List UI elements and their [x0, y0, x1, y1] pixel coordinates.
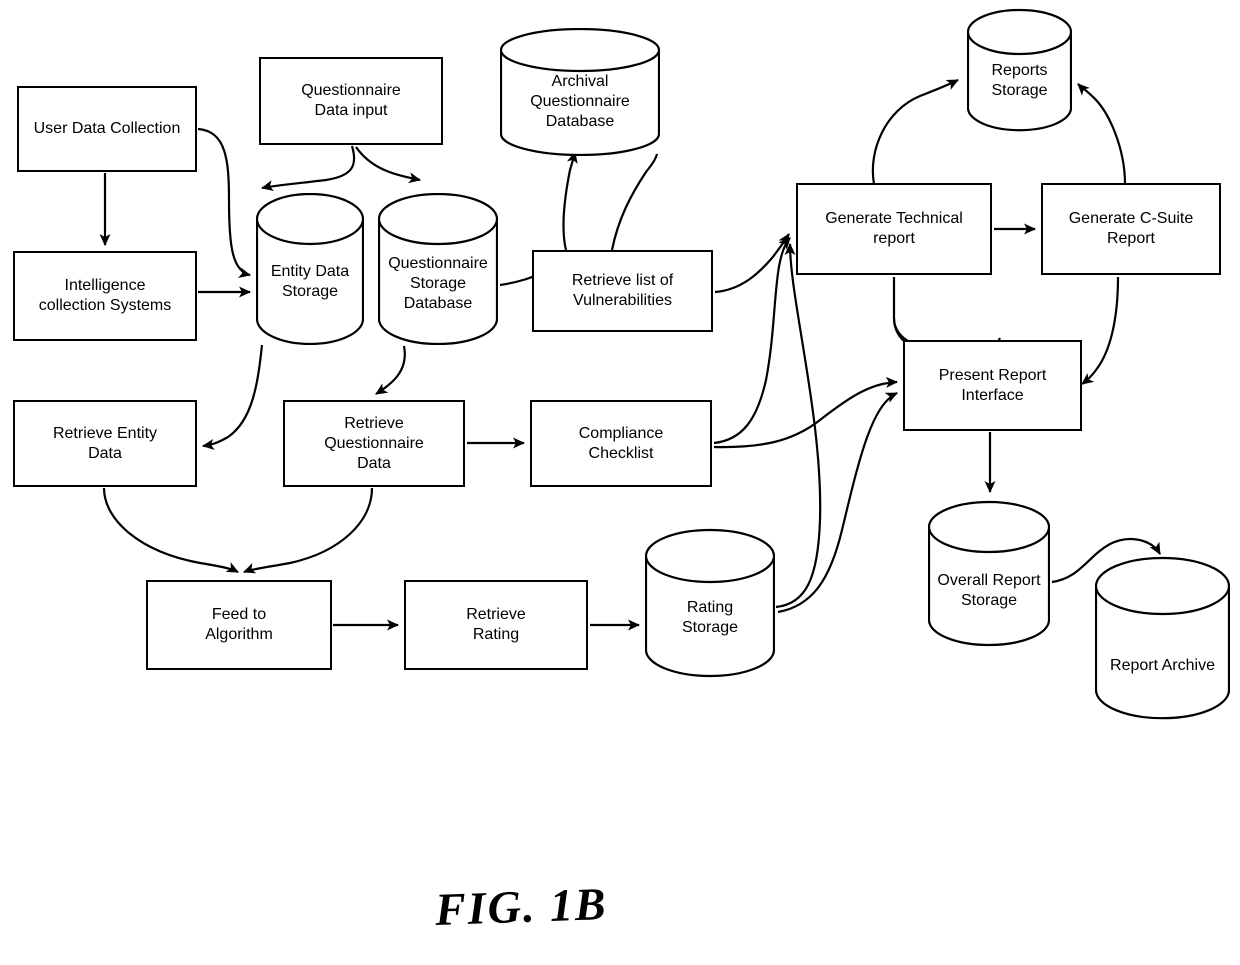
- edge-ratingstorage-to-present: [777, 392, 898, 614]
- diagram-canvas: User Data Collection Intelligence collec…: [0, 0, 1240, 965]
- edge-compliance-to-present: [713, 376, 898, 449]
- edge-gencsuite-to-reportsstorage: [1077, 83, 1127, 185]
- edge-qinput-to-qstorage: [355, 146, 421, 184]
- edge-retrieveentity-to-feed: [102, 487, 239, 573]
- node-retrieve-questionnaire-data[interactable]: Retrieve Questionnaire Data: [283, 400, 465, 487]
- figure-caption: FIG. 1B: [434, 878, 609, 935]
- node-label: Reports Storage: [991, 62, 1048, 99]
- node-intelligence-collection-systems[interactable]: Intelligence collection Systems: [13, 251, 197, 341]
- node-label: Retrieve Entity Data: [52, 424, 158, 462]
- node-entity-data-storage[interactable]: Entity Data Storage: [256, 193, 364, 345]
- node-label: Present Report Interface: [938, 366, 1047, 404]
- edge-gentech-to-reportsstorage: [871, 79, 959, 185]
- edge-vulns-to-gentech: [714, 233, 790, 294]
- node-retrieve-rating[interactable]: Retrieve Rating: [404, 580, 588, 670]
- node-rating-storage[interactable]: Rating Storage: [645, 528, 775, 678]
- node-overall-report-storage[interactable]: Overall Report Storage: [928, 500, 1050, 647]
- edge-compliance-to-gentech: [713, 237, 791, 445]
- edge-gencsuite-to-present: [1081, 276, 1120, 385]
- node-label: Generate C-Suite Report: [1068, 210, 1194, 247]
- node-label: Retrieve list of Vulnerabilities: [571, 272, 674, 309]
- edge-entitystorage-to-retrieveentity: [202, 344, 264, 450]
- node-retrieve-entity-data[interactable]: Retrieve Entity Data: [13, 400, 197, 487]
- node-retrieve-list-of-vulnerabilities[interactable]: Retrieve list of Vulnerabilities: [532, 250, 713, 332]
- node-label: Entity Data Storage: [270, 263, 350, 300]
- node-questionnaire-storage-database[interactable]: Questionnaire Storage Database: [378, 193, 498, 345]
- node-label: User Data Collection: [33, 120, 181, 137]
- node-label: Rating Storage: [681, 599, 739, 636]
- edge-qinput-to-entitystorage: [261, 145, 356, 191]
- node-label: Feed to Algorithm: [205, 606, 273, 643]
- node-label: Retrieve Rating: [466, 606, 526, 643]
- edge-retrieveq-to-feed: [243, 487, 374, 574]
- node-label: Intelligence collection Systems: [38, 277, 172, 314]
- node-label: Questionnaire Data input: [301, 82, 401, 119]
- edge-archival-inflow: [610, 153, 659, 251]
- node-compliance-checklist[interactable]: Compliance Checklist: [530, 400, 712, 487]
- node-questionnaire-data-input[interactable]: Questionnaire Data input: [259, 57, 443, 145]
- edge-qstorage-to-retrieveq: [375, 345, 406, 395]
- node-label: Overall Report Storage: [937, 571, 1041, 609]
- node-user-data-collection[interactable]: User Data Collection: [17, 86, 197, 172]
- node-label: Report Archive: [1110, 657, 1215, 674]
- node-generate-technical-report[interactable]: Generate Technical report: [796, 183, 992, 275]
- node-generate-c-suite-report[interactable]: Generate C-Suite Report: [1041, 183, 1221, 275]
- node-label: Retrieve Questionnaire Data: [324, 414, 424, 472]
- node-archival-questionnaire-database[interactable]: Archival Questionnaire Database: [500, 28, 660, 156]
- node-label: Compliance Checklist: [578, 424, 664, 462]
- edge-vulns-to-archival: [562, 151, 578, 251]
- node-label: Archival Questionnaire Database: [530, 73, 630, 130]
- node-reports-storage[interactable]: Reports Storage: [967, 8, 1072, 132]
- node-feed-to-algorithm[interactable]: Feed to Algorithm: [146, 580, 332, 670]
- edge-userdata-to-entitystorage: [197, 127, 251, 278]
- node-label: Generate Technical report: [825, 210, 963, 247]
- node-present-report-interface[interactable]: Present Report Interface: [903, 340, 1082, 431]
- node-report-archive[interactable]: Report Archive: [1095, 556, 1230, 720]
- cylinder-shape: [1095, 556, 1230, 720]
- node-label: Questionnaire Storage Database: [388, 255, 488, 312]
